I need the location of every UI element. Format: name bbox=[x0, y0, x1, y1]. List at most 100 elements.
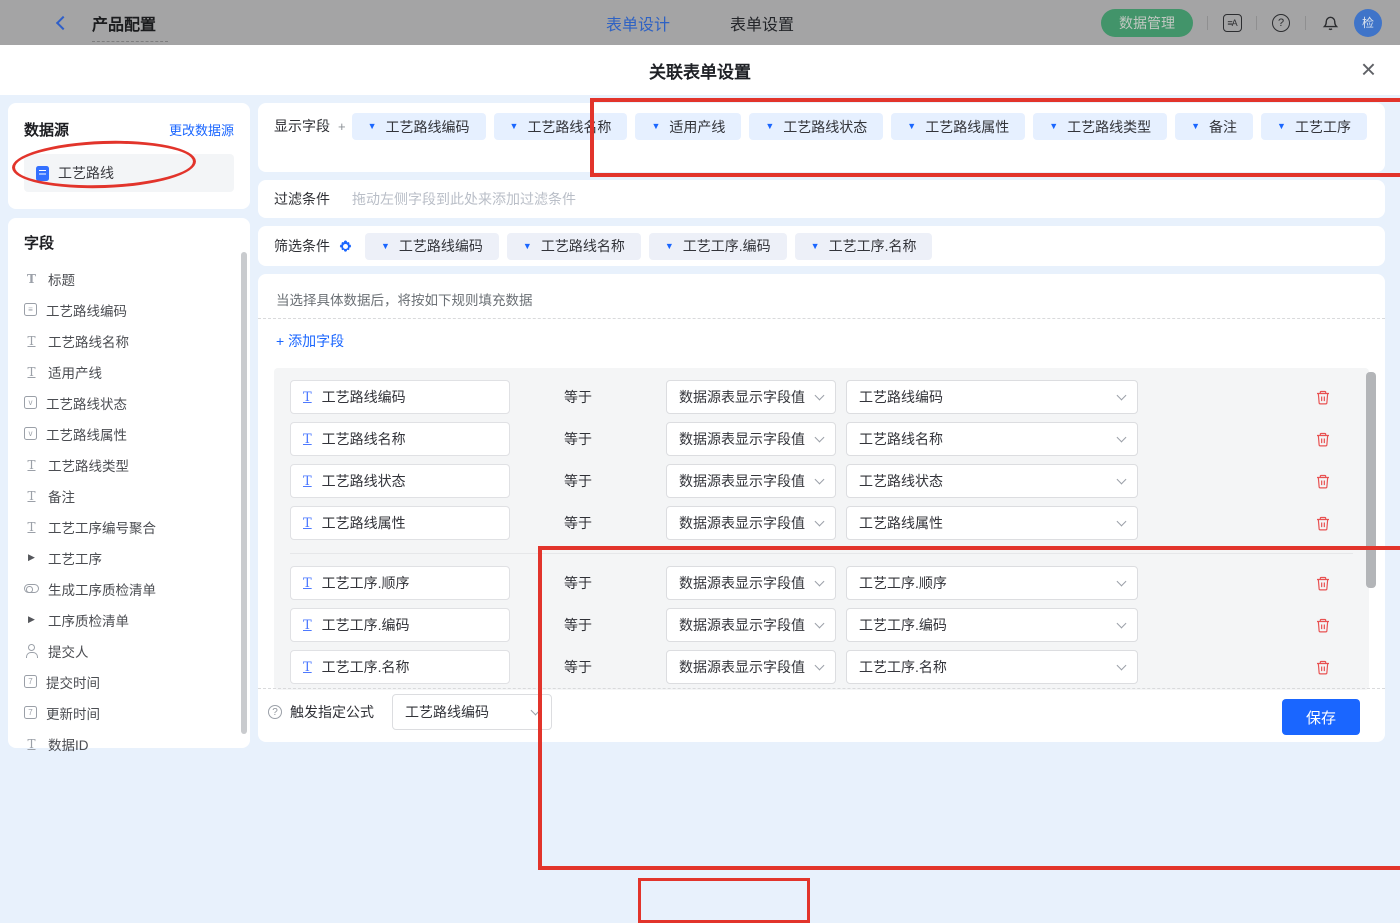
trigger-formula-select[interactable]: 工艺路线编码 bbox=[392, 694, 552, 730]
field-tag[interactable]: ▼ 工艺路线状态 bbox=[749, 113, 884, 140]
rule-value-value: 工艺工序.顺序 bbox=[859, 575, 947, 591]
field-item[interactable]: ▶ 工序质检清单 bbox=[24, 604, 242, 635]
delete-rule-button[interactable] bbox=[1315, 473, 1331, 490]
rule-source-select[interactable]: 数据源表显示字段值 bbox=[666, 506, 836, 540]
rule-value-select[interactable]: 工艺路线状态 bbox=[846, 464, 1138, 498]
field-item[interactable]: T 数据ID bbox=[24, 728, 242, 759]
caret-down-icon: ▼ bbox=[651, 121, 661, 131]
delete-rule-button[interactable] bbox=[1315, 515, 1331, 532]
tag-label: 工艺工序.名称 bbox=[828, 238, 917, 254]
help-icon[interactable]: ? bbox=[268, 705, 282, 719]
field-item[interactable]: T 工艺工序编号聚合 bbox=[24, 511, 242, 542]
rule-operator: 等于 bbox=[564, 431, 592, 447]
rule-value-select[interactable]: 工艺工序.名称 bbox=[846, 650, 1138, 684]
rule-source-select[interactable]: 数据源表显示字段值 bbox=[666, 608, 836, 642]
data-manage-button[interactable]: 数据管理 bbox=[1101, 8, 1193, 37]
translate-icon[interactable]: ≡A bbox=[1222, 13, 1242, 33]
field-tag[interactable]: ▼ 工艺路线类型 bbox=[1033, 113, 1168, 140]
field-tag[interactable]: ▼ 工艺工序 bbox=[1261, 113, 1367, 140]
field-item[interactable]: T 工艺路线名称 bbox=[24, 325, 242, 356]
text-field-icon: T bbox=[27, 333, 36, 348]
field-tag[interactable]: ▼ 工艺路线名称 bbox=[493, 113, 628, 140]
delete-rule-button[interactable] bbox=[1315, 575, 1331, 592]
tag-label: 工艺路线名称 bbox=[527, 118, 612, 135]
rule-value-select[interactable]: 工艺路线名称 bbox=[846, 422, 1138, 456]
close-icon[interactable]: × bbox=[1361, 51, 1376, 87]
save-button[interactable]: 保存 bbox=[1282, 699, 1360, 735]
field-item[interactable]: 7 更新时间 bbox=[24, 697, 242, 728]
add-display-field-icon[interactable]: + bbox=[338, 113, 346, 162]
app-title: 产品配置 bbox=[92, 11, 169, 42]
tab-form-settings[interactable]: 表单设置 bbox=[730, 11, 794, 35]
rule-source-select[interactable]: 数据源表显示字段值 bbox=[666, 422, 836, 456]
rule-field-box[interactable]: T 工艺工序.编码 bbox=[290, 608, 510, 642]
field-item[interactable]: 提交人 bbox=[24, 635, 242, 666]
field-tag[interactable]: ▼ 工艺路线编码 bbox=[365, 232, 499, 260]
field-tag[interactable]: ▼ 备注 bbox=[1175, 113, 1254, 140]
sidebar-scrollbar[interactable] bbox=[241, 252, 247, 734]
field-item[interactable]: ▶ 工艺工序 bbox=[24, 542, 242, 573]
rule-value-select[interactable]: 工艺工序.编码 bbox=[846, 608, 1138, 642]
rule-source-select[interactable]: 数据源表显示字段值 bbox=[666, 650, 836, 684]
field-tag[interactable]: ▼ 工艺路线属性 bbox=[891, 113, 1026, 140]
tag-label: 工艺工序.编码 bbox=[682, 238, 771, 254]
text-field-icon: T bbox=[27, 736, 36, 751]
text-field-icon: T bbox=[303, 515, 312, 531]
field-item[interactable]: T 工艺路线类型 bbox=[24, 449, 242, 480]
rules-scrollbar[interactable] bbox=[1366, 372, 1376, 588]
rule-field-box[interactable]: T 工艺工序.顺序 bbox=[290, 566, 510, 600]
datasource-item[interactable]: 工艺路线 bbox=[24, 154, 234, 192]
field-tag[interactable]: ▼ 工艺路线名称 bbox=[506, 232, 641, 260]
rule-value-select[interactable]: 工艺路线属性 bbox=[846, 506, 1138, 540]
rule-source-value: 数据源表显示字段值 bbox=[679, 659, 805, 675]
bell-icon[interactable] bbox=[1320, 13, 1340, 33]
rule-row: T 工艺路线名称 等于 数据源表显示字段值 工艺路线名称 bbox=[290, 422, 1369, 456]
datasource-title: 数据源 bbox=[24, 122, 70, 139]
field-item[interactable]: v 工艺路线状态 bbox=[24, 387, 242, 418]
add-field-button[interactable]: + 添加字段 bbox=[276, 331, 344, 351]
field-item[interactable]: 生成工序质检清单 bbox=[24, 573, 242, 604]
rule-source-select[interactable]: 数据源表显示字段值 bbox=[666, 380, 836, 414]
rule-field-box[interactable]: T 工艺工序.名称 bbox=[290, 650, 510, 684]
rule-field-box[interactable]: T 工艺路线属性 bbox=[290, 506, 510, 540]
subform-icon: ▶ bbox=[28, 552, 35, 562]
field-item-label: 工艺路线类型 bbox=[48, 458, 129, 474]
fields-title: 字段 bbox=[24, 235, 55, 252]
rule-field-label: 工艺路线状态 bbox=[321, 473, 406, 489]
field-item[interactable]: T 适用产线 bbox=[24, 356, 242, 387]
field-item[interactable]: v 工艺路线属性 bbox=[24, 418, 242, 449]
field-item[interactable]: T 标题 bbox=[24, 263, 242, 294]
rule-source-select[interactable]: 数据源表显示字段值 bbox=[666, 464, 836, 498]
back-icon[interactable] bbox=[55, 15, 71, 30]
text-field-icon: T bbox=[303, 473, 312, 489]
avatar[interactable]: 检 bbox=[1354, 8, 1382, 37]
change-datasource-link[interactable]: 更改数据源 bbox=[169, 120, 234, 139]
field-item[interactable]: 7 提交时间 bbox=[24, 666, 242, 697]
rule-field-box[interactable]: T 工艺路线状态 bbox=[290, 464, 510, 498]
filter-label: 过滤条件 bbox=[274, 190, 330, 207]
field-tag[interactable]: ▼ 工艺工序.名称 bbox=[794, 232, 933, 260]
filter-dropzone[interactable]: 拖动左侧字段到此处来添加过滤条件 bbox=[352, 189, 576, 209]
rule-value-select[interactable]: 工艺路线编码 bbox=[846, 380, 1138, 414]
field-item[interactable]: ≡ 工艺路线编码 bbox=[24, 294, 242, 325]
chevron-down-icon bbox=[1116, 660, 1127, 670]
tab-form-design[interactable]: 表单设计 bbox=[606, 11, 670, 35]
field-item[interactable]: T 备注 bbox=[24, 480, 242, 511]
delete-rule-button[interactable] bbox=[1315, 617, 1331, 634]
delete-rule-button[interactable] bbox=[1315, 431, 1331, 448]
rule-field-box[interactable]: T 工艺路线名称 bbox=[290, 422, 510, 456]
help-icon[interactable]: ? bbox=[1271, 13, 1291, 33]
divider bbox=[258, 318, 1385, 319]
caret-down-icon: ▼ bbox=[765, 121, 775, 131]
trigger-formula-value: 工艺路线编码 bbox=[405, 704, 489, 720]
rule-value-select[interactable]: 工艺工序.顺序 bbox=[846, 566, 1138, 600]
field-tag[interactable]: ▼ 适用产线 bbox=[635, 113, 742, 140]
delete-rule-button[interactable] bbox=[1315, 389, 1331, 406]
rule-field-label: 工艺路线属性 bbox=[321, 515, 406, 531]
delete-rule-button[interactable] bbox=[1315, 659, 1331, 676]
gear-icon[interactable] bbox=[338, 239, 353, 254]
field-tag[interactable]: ▼ 工艺工序.编码 bbox=[648, 232, 787, 260]
rule-source-select[interactable]: 数据源表显示字段值 bbox=[666, 566, 836, 600]
rule-field-box[interactable]: T 工艺路线编码 bbox=[290, 380, 510, 414]
field-tag[interactable]: ▼ 工艺路线编码 bbox=[351, 113, 486, 140]
